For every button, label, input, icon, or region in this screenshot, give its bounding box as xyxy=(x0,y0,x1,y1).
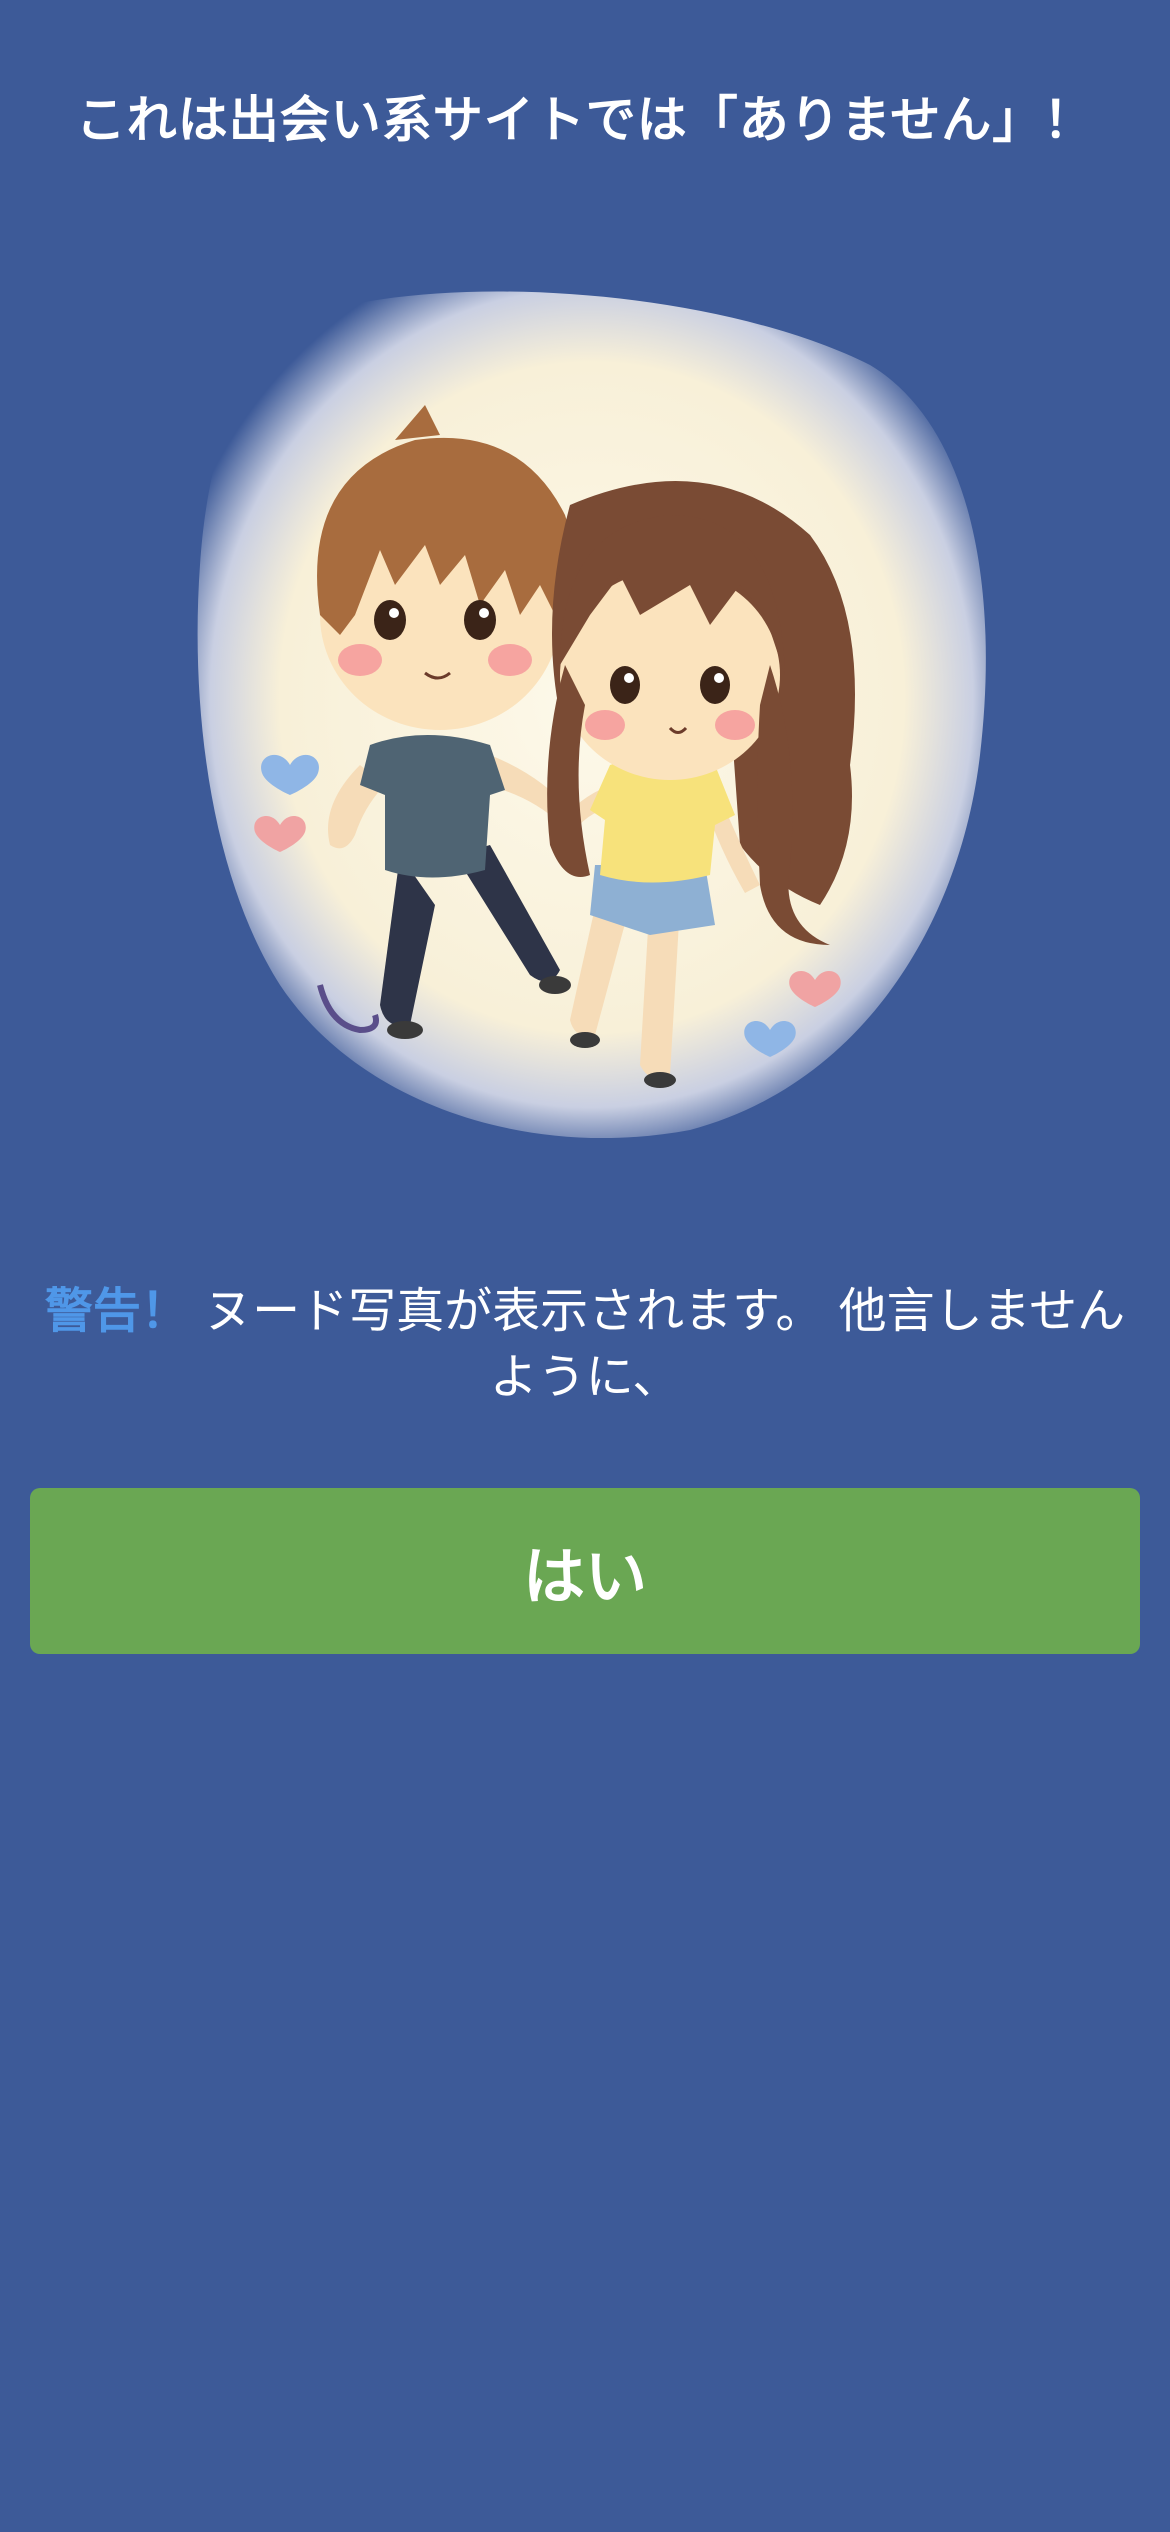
couple-illustration xyxy=(197,291,986,1139)
page-title: これは出会い系サイトでは「ありません」！ xyxy=(75,91,1095,149)
warning-text: ヌード写真が表示されます。 他言しませんように、 xyxy=(204,1283,1126,1405)
warning-label: 警告！ xyxy=(44,1283,189,1339)
confirm-button[interactable]: はい xyxy=(30,1488,1140,1654)
warning-message: 警告！ ヌード写真が表示されます。 他言しませんように、 xyxy=(40,1278,1130,1410)
